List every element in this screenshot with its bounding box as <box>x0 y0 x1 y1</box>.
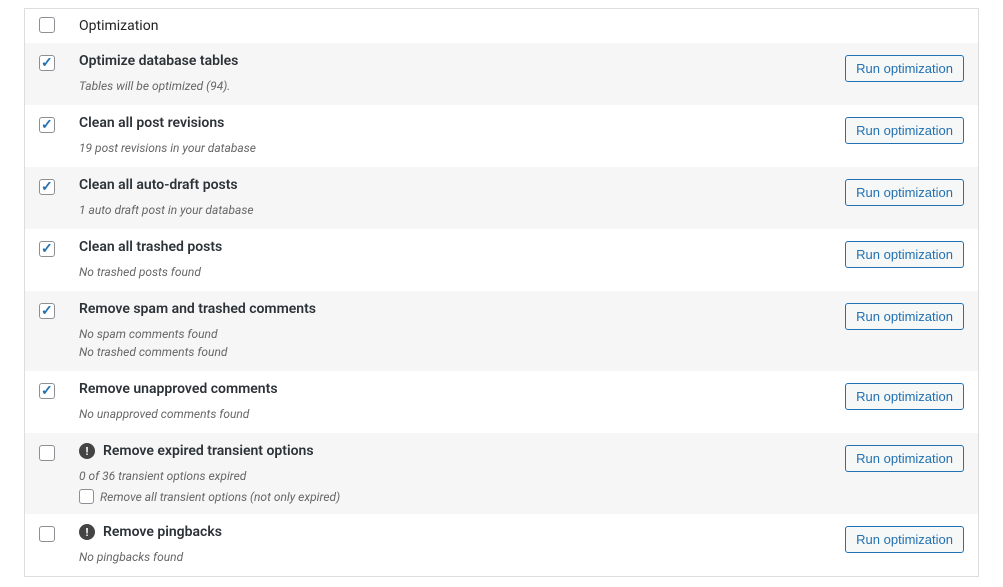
table-row: Clean all post revisions 19 post revisio… <box>25 105 978 167</box>
row-detail: 1 auto draft post in your database <box>79 201 808 219</box>
row-checkbox[interactable] <box>39 303 55 319</box>
table-row: Clean all trashed posts No trashed posts… <box>25 229 978 291</box>
row-checkbox[interactable] <box>39 241 55 257</box>
optimization-column-header: Optimization <box>79 18 158 34</box>
row-detail: 19 post revisions in your database <box>79 139 808 157</box>
table-row: Remove unapproved comments No unapproved… <box>25 371 978 433</box>
row-title: Clean all trashed posts <box>79 239 222 255</box>
table-row: Clean all auto-draft posts 1 auto draft … <box>25 167 978 229</box>
table-row: ! Remove pingbacks No pingbacks found Ru… <box>25 514 978 576</box>
run-optimization-button[interactable]: Run optimization <box>845 383 964 410</box>
row-detail: No spam comments found <box>79 325 808 343</box>
table-row: Remove spam and trashed comments No spam… <box>25 291 978 371</box>
row-title: Remove pingbacks <box>103 524 222 540</box>
run-optimization-button[interactable]: Run optimization <box>845 117 964 144</box>
table-row: Optimize database tables Tables will be … <box>25 43 978 105</box>
row-title: Remove spam and trashed comments <box>79 301 316 317</box>
row-detail: No trashed comments found <box>79 343 808 361</box>
select-all-checkbox[interactable] <box>39 17 55 33</box>
row-title: Clean all post revisions <box>79 115 224 131</box>
row-checkbox[interactable] <box>39 179 55 195</box>
table-header: Optimization <box>25 9 978 43</box>
table-row: ! Remove expired transient options 0 of … <box>25 433 978 514</box>
optimization-table: Optimization Optimize database tables Ta… <box>24 8 979 577</box>
row-checkbox[interactable] <box>39 117 55 133</box>
sub-option-label: Remove all transient options (not only e… <box>100 490 340 504</box>
run-optimization-button[interactable]: Run optimization <box>845 55 964 82</box>
row-title: Optimize database tables <box>79 53 238 69</box>
run-optimization-button[interactable]: Run optimization <box>845 241 964 268</box>
row-title: Clean all auto-draft posts <box>79 177 238 193</box>
row-checkbox[interactable] <box>39 445 55 461</box>
row-detail: No pingbacks found <box>79 548 808 566</box>
row-detail: No unapproved comments found <box>79 405 808 423</box>
row-checkbox[interactable] <box>39 55 55 71</box>
row-checkbox[interactable] <box>39 526 55 542</box>
run-optimization-button[interactable]: Run optimization <box>845 526 964 553</box>
row-detail: Tables will be optimized (94). <box>79 77 808 95</box>
remove-all-transient-checkbox[interactable] <box>79 489 94 504</box>
run-optimization-button[interactable]: Run optimization <box>845 445 964 472</box>
warning-icon: ! <box>79 524 95 540</box>
row-detail: 0 of 36 transient options expired <box>79 467 808 485</box>
row-title: Remove unapproved comments <box>79 381 278 397</box>
row-title: Remove expired transient options <box>103 443 314 459</box>
row-detail: No trashed posts found <box>79 263 808 281</box>
warning-icon: ! <box>79 443 95 459</box>
run-optimization-button[interactable]: Run optimization <box>845 179 964 206</box>
run-optimization-button[interactable]: Run optimization <box>845 303 964 330</box>
row-checkbox[interactable] <box>39 383 55 399</box>
